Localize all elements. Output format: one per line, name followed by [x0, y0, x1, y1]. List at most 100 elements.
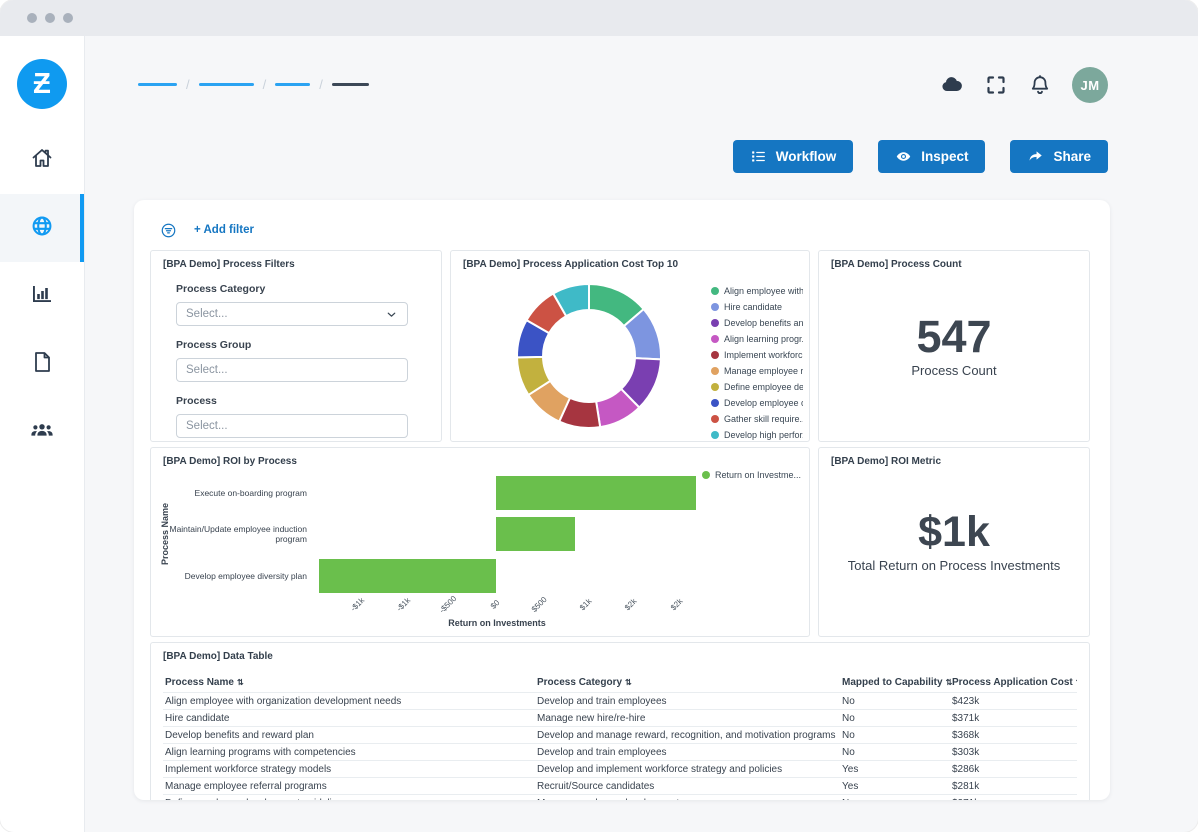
legend-item[interactable]: Develop high perfor... [711, 427, 803, 442]
sidebar-item-processes[interactable] [0, 194, 84, 262]
legend-dot [711, 367, 719, 375]
sort-icon: ⇅ [1076, 678, 1077, 687]
table-cell: Recruit/Source candidates [537, 781, 842, 792]
legend-item[interactable]: Align employee with... [711, 283, 803, 299]
legend-item[interactable]: Implement workforc... [711, 347, 803, 363]
eye-icon [895, 148, 912, 165]
table-row: Develop benefits and reward planDevelop … [163, 726, 1077, 743]
legend-dot [711, 431, 719, 439]
breadcrumb-segment[interactable] [275, 83, 310, 86]
breadcrumb-separator: / [186, 77, 190, 92]
process-count-label: Process Count [911, 363, 996, 378]
bar-chart-icon [30, 282, 54, 311]
table-cell: $368k [952, 730, 1077, 741]
table-cell: $303k [952, 747, 1077, 758]
dashboard-card: + Add filter [BPA Demo] Process Filters … [134, 200, 1110, 800]
table-cell: $271k [952, 798, 1077, 801]
workflow-button[interactable]: Workflow [733, 140, 854, 173]
roi-metric-label: Total Return on Process Investments [848, 558, 1060, 573]
legend-item[interactable]: Align learning progr... [711, 331, 803, 347]
main-area: /// JM WorkflowInspectShare + Add filter… [85, 36, 1198, 832]
panel-title: [BPA Demo] ROI by Process [163, 456, 797, 467]
app-logo: Ƶ [17, 59, 67, 109]
list-icon [750, 148, 767, 165]
filter-bar: + Add filter [134, 200, 1110, 250]
table-cell: Hire candidate [163, 713, 537, 724]
legend-item[interactable]: Gather skill require... [711, 411, 803, 427]
breadcrumb-segment[interactable] [138, 83, 177, 86]
table-cell: Define employee development guidelines [163, 798, 537, 801]
sidebar-item-home[interactable] [0, 126, 84, 194]
process-select[interactable]: Select... [176, 414, 408, 438]
cloud-icon[interactable] [940, 73, 964, 97]
x-tick-label: $0 [489, 598, 502, 611]
legend-item[interactable]: Manage employee r... [711, 363, 803, 379]
document-icon [30, 350, 54, 379]
process-category-select[interactable]: Select... [176, 302, 408, 326]
legend-item[interactable]: Develop benefits an... [711, 315, 803, 331]
breadcrumb: /// [138, 78, 369, 90]
data-table-panel: [BPA Demo] Data Table Process Name⇅Proce… [150, 642, 1090, 800]
field-label: Process Group [176, 339, 408, 351]
panel-title: [BPA Demo] Data Table [163, 651, 1077, 662]
column-header-sort[interactable]: Mapped to Capability⇅ [842, 677, 952, 688]
legend-item[interactable]: Hire candidate [711, 299, 803, 315]
table-cell: No [842, 798, 952, 801]
legend-dot [711, 335, 719, 343]
table-row: Manage employee referral programsRecruit… [163, 777, 1077, 794]
table-cell: Implement workforce strategy models [163, 764, 537, 775]
share-button[interactable]: Share [1010, 140, 1108, 173]
table-row: Align learning programs with competencie… [163, 743, 1077, 760]
panel-title: [BPA Demo] Process Application Cost Top … [463, 259, 797, 270]
bell-icon[interactable] [1028, 73, 1052, 97]
sidebar-item-documents[interactable] [0, 330, 84, 398]
breadcrumb-segment[interactable] [332, 83, 369, 86]
table-cell: Align employee with organization develop… [163, 696, 537, 707]
table-cell: Manage employee referral programs [163, 781, 537, 792]
sort-icon: ⇅ [625, 678, 632, 687]
field-label: Process Category [176, 283, 408, 295]
window-dot [27, 13, 37, 23]
sidebar-nav [0, 126, 84, 466]
breadcrumb-segment[interactable] [199, 83, 254, 86]
table-cell: No [842, 696, 952, 707]
legend-item[interactable]: Define employee de... [711, 379, 803, 395]
category-label: Develop employee diversity plan [151, 571, 307, 581]
column-header-sort[interactable]: Process Application Cost⇅ [952, 677, 1077, 688]
category-label: Execute on-boarding program [151, 488, 307, 498]
roi-legend[interactable]: Return on Investme... [702, 470, 801, 480]
legend-item[interactable]: Develop employee c... [711, 395, 803, 411]
panel-grid: [BPA Demo] Process Filters Process Categ… [134, 250, 1110, 800]
column-header-sort[interactable]: Process Name⇅ [163, 677, 537, 688]
table-body: Align employee with organization develop… [163, 692, 1077, 800]
window-titlebar [0, 0, 1198, 36]
legend-dot [711, 383, 719, 391]
legend-dot [711, 319, 719, 327]
breadcrumb-separator: / [319, 77, 323, 92]
topbar-icons: JM [940, 67, 1108, 103]
fullscreen-icon[interactable] [984, 73, 1008, 97]
x-axis-title: Return on Investments [448, 618, 546, 628]
sidebar-item-users[interactable] [0, 398, 84, 466]
sidebar-item-reports[interactable] [0, 262, 84, 330]
x-tick-label: -$500 [438, 594, 459, 615]
x-tick-label: $1k [578, 597, 593, 612]
table-cell: $423k [952, 696, 1077, 707]
legend-label: Align learning progr... [724, 334, 803, 344]
table-cell: Develop and manage reward, recognition, … [537, 730, 842, 741]
panel-title: [BPA Demo] Process Filters [163, 259, 429, 270]
table-cell: $281k [952, 781, 1077, 792]
table-cell: $286k [952, 764, 1077, 775]
column-header-sort[interactable]: Process Category⇅ [537, 677, 842, 688]
table-cell: Develop and implement workforce strategy… [537, 764, 842, 775]
table-cell: Develop and train employees [537, 696, 842, 707]
avatar[interactable]: JM [1072, 67, 1108, 103]
legend-label: Gather skill require... [724, 414, 803, 424]
add-filter-link[interactable]: + Add filter [194, 224, 254, 236]
table-cell: No [842, 730, 952, 741]
filter-icon[interactable] [160, 222, 177, 239]
table-cell: Yes [842, 764, 952, 775]
filter-fields: Process Category Select... Process Group Se… [163, 283, 429, 438]
process-group-select[interactable]: Select... [176, 358, 408, 382]
inspect-button[interactable]: Inspect [878, 140, 985, 173]
